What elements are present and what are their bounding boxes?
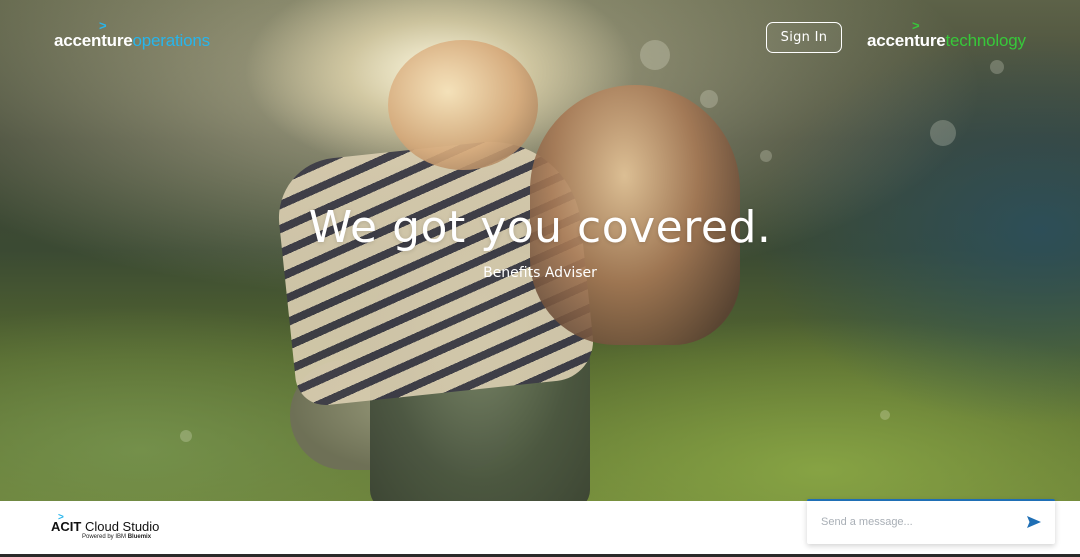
powered-brand: Bluemix — [127, 534, 152, 540]
hero-subtitle: Benefits Adviser — [483, 265, 597, 281]
accenture-arrow-icon: > — [99, 18, 107, 33]
accenture-technology-logo[interactable]: > accenturetechnology — [867, 18, 1026, 51]
chat-message-input[interactable] — [821, 511, 1016, 533]
accenture-arrow-icon: > — [912, 18, 920, 33]
product-name: ACIT Cloud Studio — [51, 519, 159, 534]
sign-in-button[interactable]: Sign In — [766, 22, 842, 53]
product-name-rest: Cloud Studio — [81, 519, 160, 534]
logo-brand-text: accenture — [867, 31, 946, 50]
logo-suffix-text: technology — [945, 31, 1026, 50]
powered-by-text: Powered by IBM Bluemix — [82, 534, 151, 540]
accenture-operations-logo[interactable]: > accentureoperations — [54, 18, 211, 51]
send-icon[interactable] — [1025, 513, 1043, 531]
product-name-bold: ACIT — [51, 519, 82, 534]
logo-suffix-text: operations — [132, 31, 211, 50]
logo-brand-text: accenture — [54, 31, 133, 50]
powered-prefix: Powered by IBM — [82, 534, 128, 540]
hero-headline: We got you covered. — [308, 202, 772, 253]
boy-head-shape — [388, 40, 538, 170]
chat-widget — [807, 499, 1055, 544]
hero-banner: > accentureoperations Sign In > accentur… — [0, 0, 1080, 501]
